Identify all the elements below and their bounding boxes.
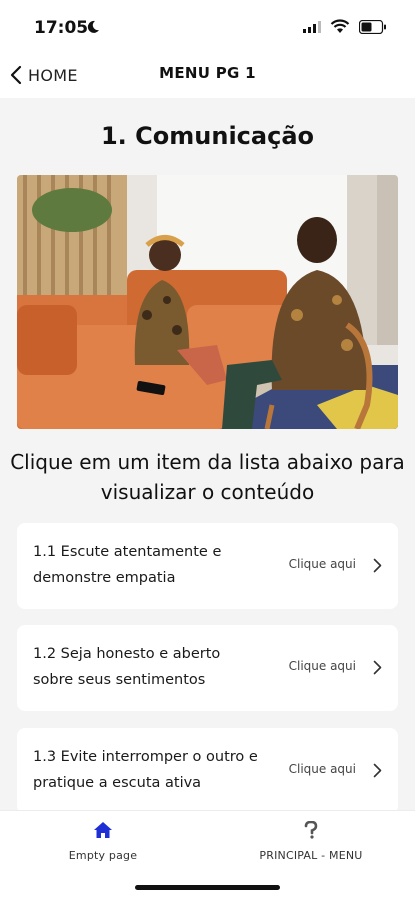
- home-icon: [94, 822, 112, 838]
- list-item[interactable]: 1.2 Seja honesto e aberto sobre seus sen…: [17, 625, 398, 711]
- chevron-right-icon: [373, 763, 382, 778]
- instruction-text: Clique em um item da lista abaixo para v…: [10, 450, 405, 504]
- tab-label: PRINCIPAL - MENU: [259, 849, 363, 862]
- tab-principal-menu[interactable]: PRINCIPAL - MENU: [240, 821, 382, 862]
- chevron-right-icon: [373, 660, 382, 675]
- battery-icon: [359, 20, 386, 34]
- hero-image: [17, 175, 398, 429]
- nav-title: MENU PG 1: [159, 64, 256, 82]
- tab-label: Empty page: [68, 849, 138, 862]
- list-item-action[interactable]: Clique aqui: [289, 557, 356, 571]
- list-item-label: 1.3 Evite interromper o outro e pratique…: [33, 749, 258, 791]
- chevron-right-icon: [373, 558, 382, 573]
- list-item-label: 1.2 Seja honesto e aberto sobre seus sen…: [33, 646, 221, 688]
- tab-bar: Empty page PRINCIPAL - MENU: [0, 810, 415, 900]
- status-time: 17:05: [34, 18, 89, 38]
- moon-icon: [87, 20, 99, 33]
- list-item[interactable]: 1.3 Evite interromper o outro e pratique…: [17, 728, 398, 814]
- list-item-label: 1.1 Escute atentamente e demonstre empat…: [33, 544, 222, 586]
- list-item-action[interactable]: Clique aqui: [289, 762, 356, 776]
- page-title: 1. Comunicação: [100, 122, 314, 150]
- nav-bar: HOME MENU PG 1: [0, 52, 415, 98]
- question-icon: [304, 821, 318, 839]
- wifi-icon: [330, 19, 350, 33]
- tab-empty-page[interactable]: Empty page: [50, 821, 156, 862]
- signal-icon: [303, 21, 321, 33]
- list-item[interactable]: 1.1 Escute atentamente e demonstre empat…: [17, 523, 398, 609]
- status-bar: 17:05: [0, 0, 415, 52]
- list-item-action[interactable]: Clique aqui: [289, 659, 356, 673]
- home-indicator: [135, 885, 280, 890]
